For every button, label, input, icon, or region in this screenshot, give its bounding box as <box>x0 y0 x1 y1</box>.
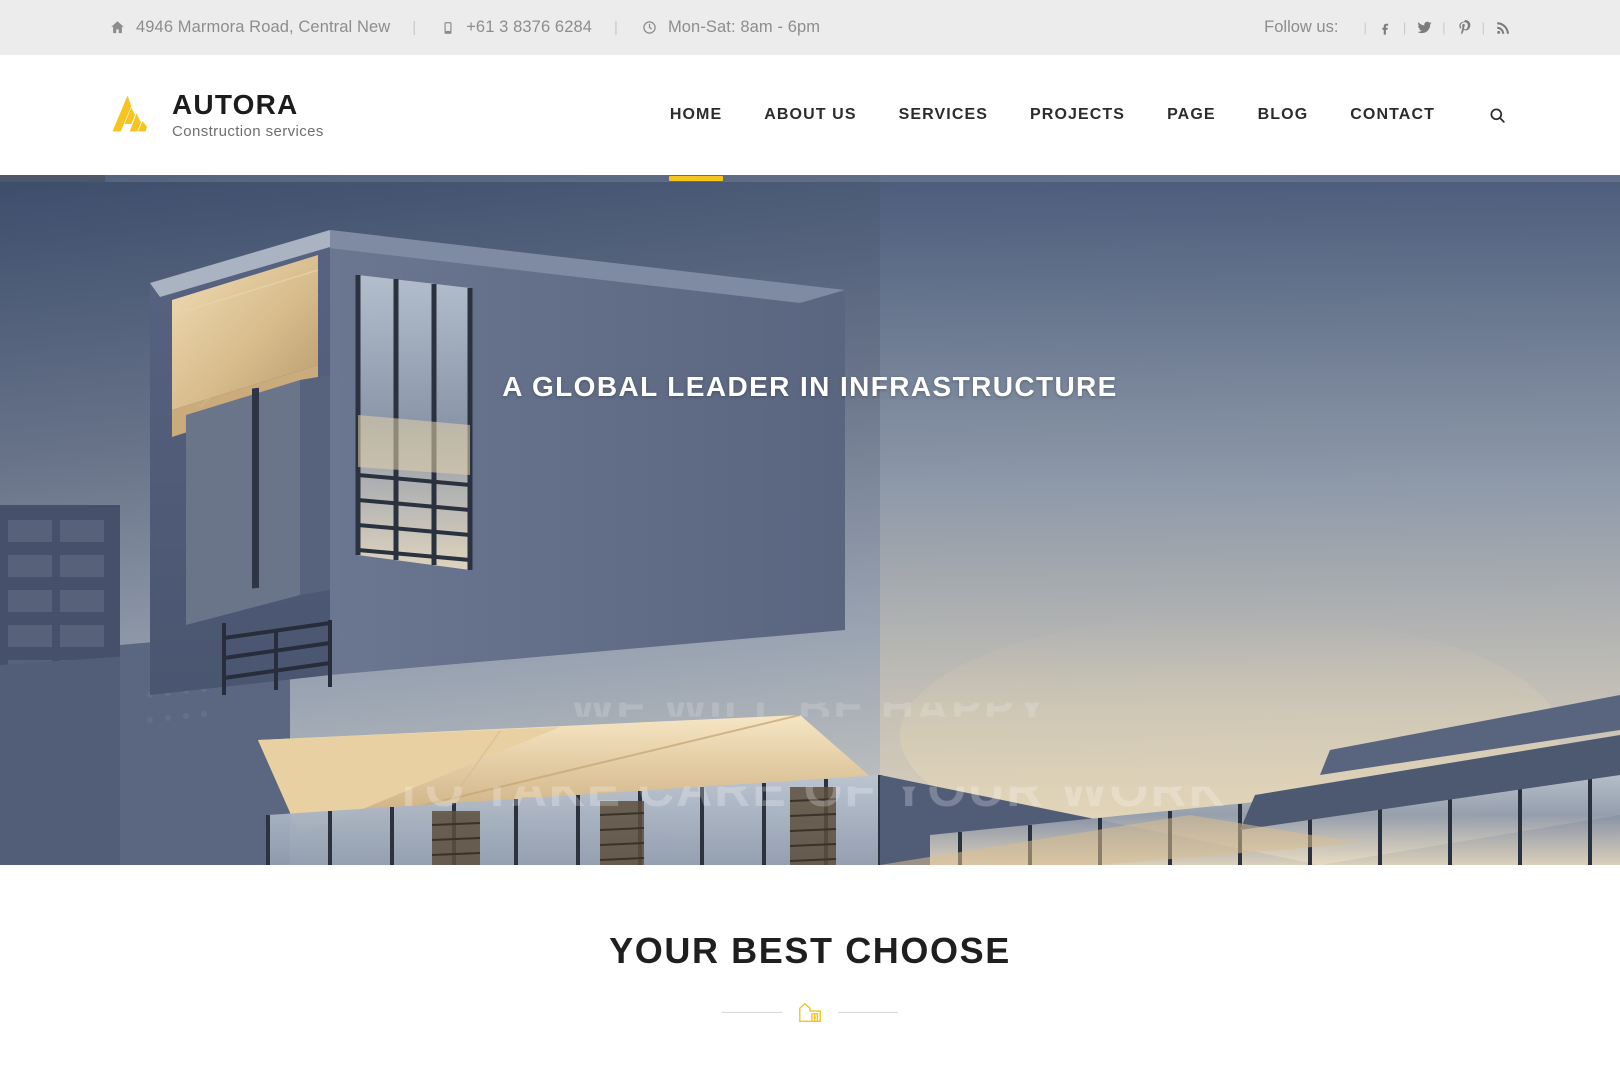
search-icon[interactable] <box>1482 100 1512 130</box>
topbar-contact-group: 4946 Marmora Road, Central New | +61 3 8… <box>108 18 820 37</box>
autora-logo-icon <box>108 91 156 139</box>
follow-us-label: Follow us: <box>1264 18 1339 36</box>
hero-slider[interactable]: A GLOBAL LEADER IN INFRASTRUCTURE WE WIL… <box>0 175 1620 865</box>
logo[interactable]: AUTORA Construction services <box>108 89 324 140</box>
topbar-separator: | <box>412 19 417 36</box>
nav-item-home[interactable]: HOME <box>649 55 743 181</box>
nav-label-home: HOME <box>669 106 723 123</box>
phone-icon <box>438 18 457 37</box>
nav-label-projects: PROJECTS <box>1030 106 1126 123</box>
nav-label-about-us: ABOUT US <box>764 106 857 123</box>
rss-icon[interactable] <box>1494 18 1512 38</box>
logo-text-group: AUTORA Construction services <box>172 89 324 140</box>
section-title: YOUR BEST CHOOSE <box>609 930 1011 971</box>
brand-name: AUTORA <box>172 89 299 121</box>
site-header: AUTORA Construction services HOME ABOUT … <box>0 55 1620 181</box>
nav-item-about-us[interactable]: ABOUT US <box>743 55 877 175</box>
social-separator-2: | <box>1402 20 1407 35</box>
facebook-icon[interactable] <box>1376 18 1394 38</box>
divider-line-right <box>838 1011 898 1013</box>
nav-item-page[interactable]: PAGE <box>1146 55 1237 175</box>
topbar-separator-2: | <box>614 19 618 36</box>
nav-label-page: PAGE <box>1167 106 1216 123</box>
nav-item-projects[interactable]: PROJECTS <box>1009 55 1146 175</box>
main-navigation: HOME ABOUT US SERVICES PROJECTS PAGE BLO… <box>649 55 1512 181</box>
hero-headline: A GLOBAL LEADER IN INFRASTRUCTURE <box>502 371 1118 402</box>
twitter-icon[interactable] <box>1415 18 1433 38</box>
social-group: Follow us: | | | | <box>1264 18 1512 38</box>
nav-item-contact[interactable]: CONTACT <box>1329 55 1456 175</box>
divider-line-left <box>722 1011 782 1013</box>
hero-caption: A GLOBAL LEADER IN INFRASTRUCTURE <box>0 371 1620 403</box>
nav-item-blog[interactable]: BLOG <box>1237 55 1330 175</box>
section-divider <box>722 998 898 1026</box>
home-icon <box>108 18 127 37</box>
clock-icon <box>640 18 659 37</box>
top-info-bar: 4946 Marmora Road, Central New | +61 3 8… <box>0 0 1620 55</box>
social-separator-3: | <box>1442 20 1446 35</box>
hours-item: Mon-Sat: 8am - 6pm <box>640 18 820 37</box>
phone-text: +61 3 8376 6284 <box>466 18 593 36</box>
hero-building-image <box>0 175 1620 865</box>
slider-progress-track <box>0 175 1620 182</box>
nav-label-services: SERVICES <box>898 106 989 123</box>
social-separator-4: | <box>1481 20 1485 35</box>
nav-label-blog: BLOG <box>1257 106 1309 123</box>
brand-tagline: Construction services <box>172 122 324 140</box>
nav-label-contact: CONTACT <box>1350 106 1435 123</box>
social-separator-1: | <box>1363 20 1367 35</box>
your-best-choose-section: YOUR BEST CHOOSE <box>0 865 1620 1080</box>
pinterest-icon[interactable] <box>1455 18 1473 38</box>
building-house-icon <box>796 998 824 1026</box>
active-nav-underline <box>668 176 724 181</box>
hours-text: Mon-Sat: 8am - 6pm <box>667 18 821 36</box>
address-item: 4946 Marmora Road, Central New <box>108 18 390 37</box>
address-text: 4946 Marmora Road, Central New <box>136 18 391 36</box>
nav-item-services[interactable]: SERVICES <box>878 55 1009 175</box>
phone-item[interactable]: +61 3 8376 6284 <box>438 18 592 37</box>
slider-progress-bar <box>0 175 105 182</box>
